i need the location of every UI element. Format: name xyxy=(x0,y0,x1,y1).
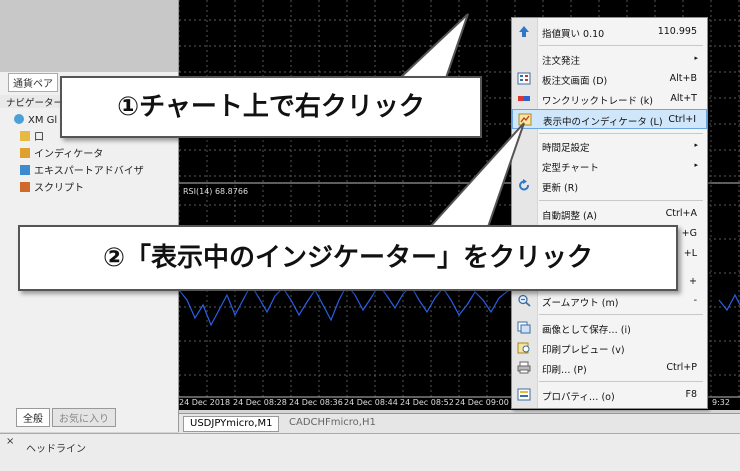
annotation-step1: ①チャート上で右クリック xyxy=(60,76,482,138)
annotation-step2: ②「表示中のインジケーター」をクリック xyxy=(18,225,678,291)
callout1-pointer xyxy=(397,13,469,79)
callout2-pointer xyxy=(427,122,525,228)
